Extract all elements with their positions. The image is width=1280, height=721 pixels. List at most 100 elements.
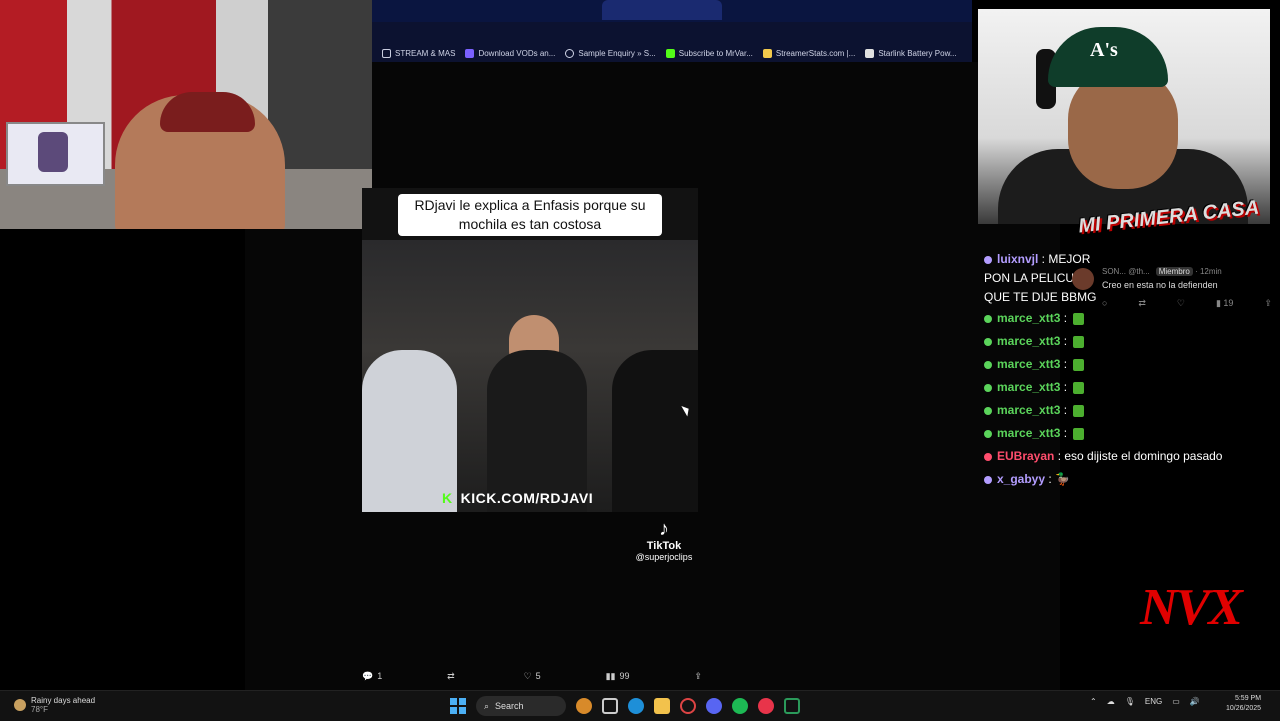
chat-username[interactable]: marce_xtt3 bbox=[997, 403, 1060, 417]
bookmark-download-vods[interactable]: Download VODs an... bbox=[465, 48, 555, 58]
chat-badge-icon bbox=[984, 452, 992, 461]
tab-bar[interactable] bbox=[372, 0, 972, 22]
chat-message: x_gabyy : 🦆 bbox=[984, 468, 1280, 491]
member-badge: Miembro bbox=[1155, 267, 1193, 276]
retweet-button[interactable]: ⇄ bbox=[447, 671, 459, 682]
heart-icon[interactable]: ♡ bbox=[1177, 298, 1185, 309]
left-webcam-feed bbox=[0, 0, 372, 229]
chat-emote-icon bbox=[1073, 335, 1085, 348]
spotify-icon[interactable] bbox=[732, 698, 748, 714]
tiktok-handle: @superjoclips bbox=[635, 552, 693, 562]
language-indicator[interactable]: ENG bbox=[1145, 697, 1162, 706]
microphone-icon[interactable]: 🎙 bbox=[1125, 697, 1135, 706]
video-player[interactable]: RDjavi le explica a Enfasis porque su mo… bbox=[362, 188, 698, 512]
tiktok-icon: ♪ bbox=[659, 518, 669, 540]
video-caption: RDjavi le explica a Enfasis porque su mo… bbox=[398, 194, 662, 236]
weather-widget[interactable]: Rainy days ahead 78°F bbox=[14, 696, 95, 714]
kick-icon bbox=[665, 48, 675, 58]
chat-username[interactable]: marce_xtt3 bbox=[997, 311, 1060, 325]
bookmark-subscribe-mrvar[interactable]: Subscribe to MrVar... bbox=[665, 48, 753, 58]
tiktok-watermark: ♪ TikTok @superjoclips bbox=[628, 518, 700, 562]
chat-emote-icon bbox=[1073, 381, 1085, 394]
avatar bbox=[1072, 268, 1094, 290]
chat-emote-icon bbox=[1073, 358, 1085, 371]
chat-emote-icon bbox=[1073, 404, 1085, 417]
views-button[interactable]: ▮▮ 99 bbox=[606, 671, 630, 682]
reply-button[interactable]: 💬 1 bbox=[362, 671, 382, 682]
chat-message: marce_xtt3 : bbox=[984, 399, 1280, 422]
video-person-center bbox=[487, 350, 587, 512]
chat-separator: : bbox=[1060, 403, 1071, 417]
chat-badge-icon bbox=[984, 429, 992, 438]
monitor-person bbox=[38, 132, 68, 172]
system-tray: ⌃ ☁ 🎙 ENG ▭ 🔊 bbox=[1090, 697, 1200, 706]
tweet-actions: 💬 1 ⇄ ♡ 5 ▮▮ 99 ⇪ bbox=[362, 668, 702, 684]
cloud-icon[interactable]: ☁ bbox=[1107, 697, 1115, 706]
retweet-icon[interactable]: ⇄ bbox=[1138, 298, 1146, 309]
share-icon: ⇪ bbox=[694, 670, 702, 681]
chat-badge-icon bbox=[984, 475, 992, 484]
chat-emote-icon bbox=[1073, 427, 1085, 440]
chat-separator: : bbox=[1060, 380, 1071, 394]
taskbar-search[interactable]: ⌕ Search bbox=[476, 696, 566, 716]
like-button[interactable]: ♡ 5 bbox=[524, 671, 541, 682]
chat-username[interactable]: marce_xtt3 bbox=[997, 426, 1060, 440]
chat-message: EUBrayan : eso dijiste el domingo pasado bbox=[984, 445, 1280, 468]
chat-username[interactable]: EUBrayan bbox=[997, 449, 1054, 463]
page-icon bbox=[865, 48, 875, 58]
bookmark-streamerstats[interactable]: StreamerStats.com |... bbox=[762, 48, 855, 58]
share-icon[interactable]: ⇪ bbox=[1264, 298, 1272, 309]
right-webcam-feed: A's bbox=[978, 9, 1270, 224]
bookmark-stream-mas[interactable]: STREAM & MAS bbox=[382, 48, 455, 58]
chat-username[interactable]: marce_xtt3 bbox=[997, 357, 1060, 371]
chevron-up-icon[interactable]: ⌃ bbox=[1090, 697, 1097, 706]
widgets-icon[interactable] bbox=[576, 698, 592, 714]
share-button[interactable]: ⇪ bbox=[694, 671, 702, 682]
views-icon[interactable]: ▮ 19 bbox=[1216, 298, 1233, 309]
edge-icon[interactable] bbox=[628, 698, 644, 714]
file-explorer-icon[interactable] bbox=[654, 698, 670, 714]
bookmark-sample-enquiry[interactable]: Sample Enquiry » S... bbox=[565, 48, 656, 58]
obs-icon[interactable] bbox=[758, 698, 774, 714]
nvx-logo: NVX bbox=[1140, 579, 1243, 636]
volume-icon[interactable]: 🔊 bbox=[1190, 697, 1200, 706]
network-icon[interactable]: ▭ bbox=[1172, 697, 1180, 706]
reply-actions: ○ ⇄ ♡ ▮ 19 ⇪ bbox=[1102, 298, 1272, 309]
start-button[interactable] bbox=[450, 698, 466, 714]
chat-text: eso dijiste el domingo pasado bbox=[1064, 449, 1223, 463]
settings-icon[interactable] bbox=[680, 698, 696, 714]
chat-username[interactable]: marce_xtt3 bbox=[997, 334, 1060, 348]
taskbar: Rainy days ahead 78°F ⌕ Search ⌃ ☁ 🎙 ENG ▭… bbox=[0, 690, 1280, 721]
video-scene bbox=[362, 240, 698, 512]
chat-separator: : bbox=[1038, 252, 1049, 266]
chat-username[interactable]: luixnvjl bbox=[997, 252, 1038, 266]
chat-username[interactable]: x_gabyy bbox=[997, 472, 1045, 486]
weather-icon bbox=[14, 699, 26, 711]
taskbar-apps: ⌕ Search bbox=[450, 696, 800, 716]
chat-message: marce_xtt3 : bbox=[984, 422, 1280, 445]
excel-icon[interactable] bbox=[784, 698, 800, 714]
chat-badge-icon bbox=[984, 337, 992, 346]
video-person-right bbox=[612, 350, 698, 512]
reply-icon: 💬 bbox=[362, 670, 374, 681]
chat-username[interactable]: marce_xtt3 bbox=[997, 380, 1060, 394]
folder-icon bbox=[382, 48, 391, 58]
reply-text: Creo en esta no la defienden bbox=[1102, 280, 1218, 290]
task-view-icon[interactable] bbox=[602, 698, 618, 714]
search-icon: ⌕ bbox=[484, 700, 490, 711]
chat-message: marce_xtt3 : bbox=[984, 353, 1280, 376]
active-tab[interactable] bbox=[602, 0, 722, 20]
kick-watermark: K KICK.COM/RDJAVI bbox=[442, 490, 594, 506]
chat-badge-icon bbox=[984, 314, 992, 323]
bookmark-starlink[interactable]: Starlink Battery Pow... bbox=[865, 48, 957, 58]
tiktok-name: TikTok bbox=[646, 540, 682, 552]
chart-icon bbox=[762, 48, 772, 58]
chat-badge-icon bbox=[984, 360, 992, 369]
views-icon: ▮▮ bbox=[605, 670, 616, 681]
cap-logo: A's bbox=[1090, 39, 1118, 61]
discord-icon[interactable] bbox=[706, 698, 722, 714]
video-person-left bbox=[362, 350, 457, 512]
clock[interactable]: 5:59 PM 10/26/2025 bbox=[1226, 694, 1261, 714]
retweet-icon: ⇄ bbox=[447, 670, 455, 681]
reply-icon[interactable]: ○ bbox=[1102, 298, 1107, 309]
